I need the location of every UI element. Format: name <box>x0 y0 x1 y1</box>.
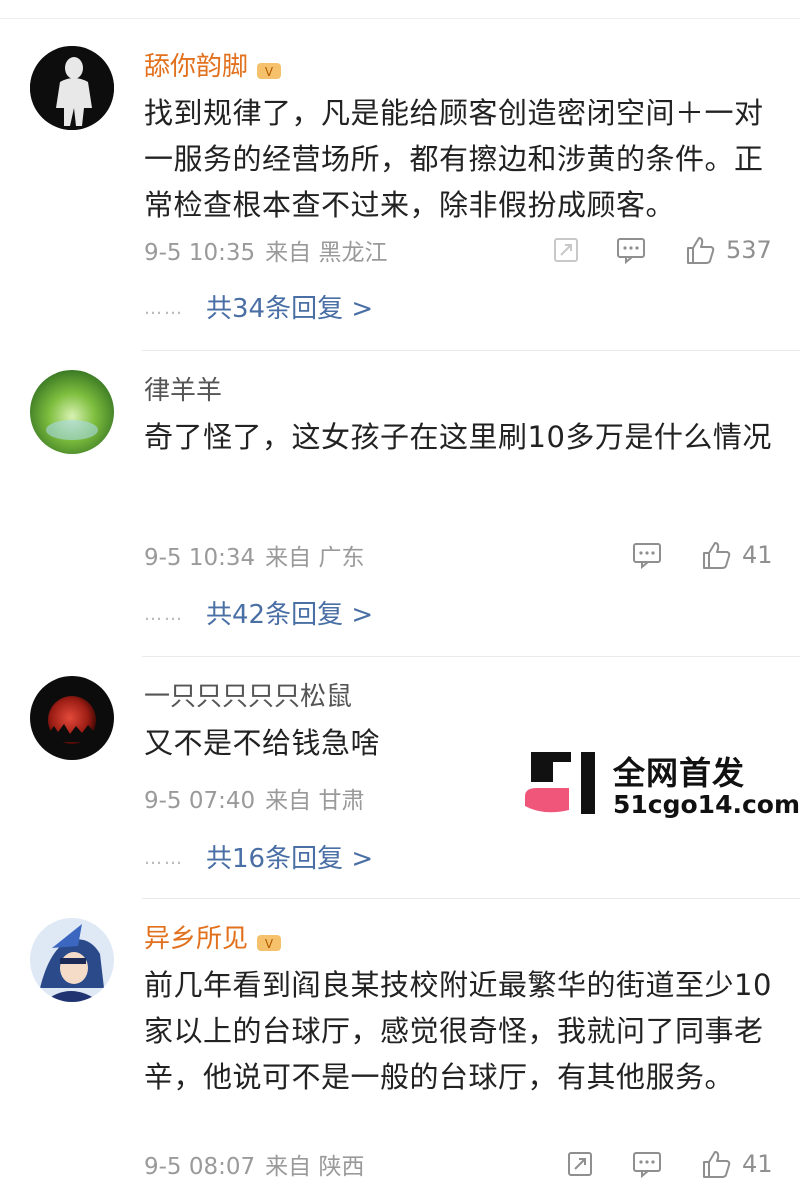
comment-meta: 9-5 10:35 来自 黑龙江 <box>144 238 387 268</box>
svg-text:V: V <box>265 937 274 951</box>
thumbs-up-icon <box>703 1151 731 1178</box>
comment-icon <box>633 1152 661 1178</box>
username[interactable]: 异乡所见 V <box>144 922 282 956</box>
comment-location: 来自 黑龙江 <box>265 240 388 266</box>
replies-dots: …… <box>144 848 184 869</box>
like-count: 537 <box>726 236 772 264</box>
comment-date: 9-5 10:34 <box>144 545 256 571</box>
watermark-url: 51cgo14.com <box>613 790 800 819</box>
watermark-logo <box>525 752 595 814</box>
replies-label[interactable]: 共42条回复 > <box>206 598 373 632</box>
like-button[interactable]: 537 <box>684 234 772 266</box>
comment-date: 9-5 07:40 <box>144 788 256 814</box>
vip-badge-icon: V <box>256 928 282 951</box>
view-replies-link[interactable]: …… 共34条回复 > <box>144 292 373 326</box>
comment-button[interactable] <box>632 1150 662 1178</box>
like-count: 41 <box>742 1150 773 1178</box>
comment-date: 9-5 08:07 <box>144 1154 256 1180</box>
comment-divider <box>142 898 800 899</box>
comment-text: 找到规律了，凡是能给顾客创造密闭空间＋一对一服务的经营场所，都有擦边和涉黄的条件… <box>144 96 764 222</box>
username[interactable]: 一只只只只只松鼠 <box>144 680 352 714</box>
avatar[interactable] <box>30 676 114 760</box>
comment-icon <box>633 543 661 569</box>
comment-date: 9-5 10:35 <box>144 240 256 266</box>
comment-icon <box>617 238 645 264</box>
comment-meta: 9-5 08:07 来自 陕西 <box>144 1152 364 1182</box>
comment-divider <box>142 350 800 351</box>
username[interactable]: 舔你韵脚 V <box>144 50 282 84</box>
comment-text: 奇了怪了，这女孩子在这里刷10多万是什么情况 <box>144 420 772 454</box>
replies-dots: …… <box>144 604 184 625</box>
top-divider <box>0 18 800 19</box>
username-text[interactable]: 律羊羊 <box>144 376 222 406</box>
view-replies-link[interactable]: …… 共42条回复 > <box>144 598 373 632</box>
like-button[interactable]: 41 <box>700 539 773 571</box>
comment-meta: 9-5 10:34 来自 广东 <box>144 543 364 573</box>
avatar[interactable] <box>30 370 114 454</box>
share-icon <box>568 1152 592 1176</box>
replies-label[interactable]: 共16条回复 > <box>206 842 373 876</box>
replies-dots: …… <box>144 298 184 319</box>
watermark: 全网首发 51cgo14.com <box>523 748 800 819</box>
username-text[interactable]: 一只只只只只松鼠 <box>144 682 352 712</box>
avatar[interactable] <box>30 46 114 130</box>
username-text[interactable]: 舔你韵脚 <box>144 52 248 82</box>
username[interactable]: 律羊羊 <box>144 374 222 408</box>
username-text[interactable]: 异乡所见 <box>144 924 248 954</box>
comment-location: 来自 广东 <box>265 545 365 571</box>
like-button[interactable]: 41 <box>700 1148 773 1180</box>
vip-badge-icon: V <box>256 56 282 79</box>
comment-location: 来自 甘肃 <box>265 788 365 814</box>
comment-location: 来自 陕西 <box>265 1154 365 1180</box>
share-button[interactable] <box>552 236 580 264</box>
like-count: 41 <box>742 541 773 569</box>
comment-button[interactable] <box>632 541 662 569</box>
comment-meta: 9-5 07:40 来自 甘肃 <box>144 786 364 816</box>
share-icon <box>554 238 578 262</box>
svg-text:V: V <box>265 65 274 79</box>
replies-label[interactable]: 共34条回复 > <box>206 292 373 326</box>
share-button[interactable] <box>566 1150 594 1178</box>
comment-divider <box>142 656 800 657</box>
view-replies-link[interactable]: …… 共16条回复 > <box>144 842 373 876</box>
watermark-title: 全网首发 <box>613 754 746 792</box>
thumbs-up-icon <box>703 542 731 569</box>
thumbs-up-icon <box>687 237 715 264</box>
comment-text: 前几年看到阎良某技校附近最繁华的街道至少10家以上的台球厅，感觉很奇怪，我就问了… <box>144 968 772 1094</box>
comment-button[interactable] <box>616 236 646 264</box>
avatar[interactable] <box>30 918 114 1002</box>
